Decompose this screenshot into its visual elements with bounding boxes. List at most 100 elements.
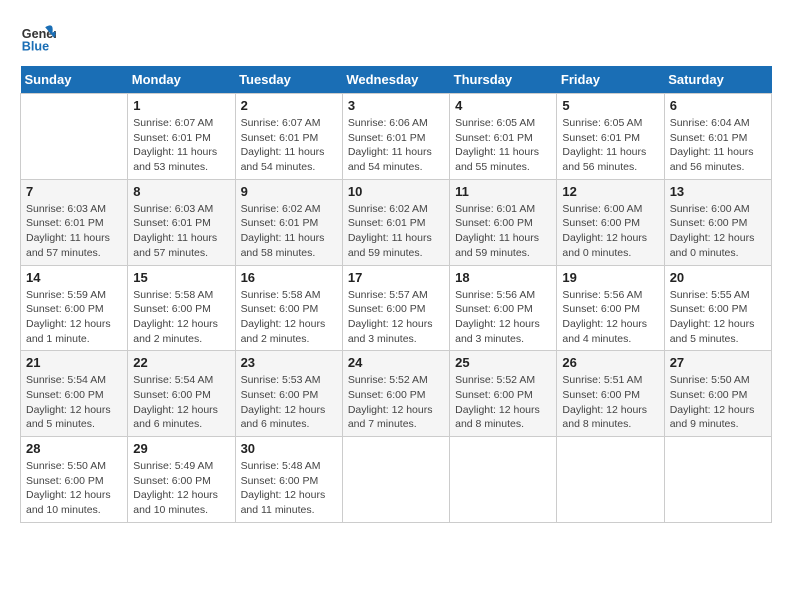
day-number: 16 xyxy=(241,270,337,285)
day-info: Sunrise: 5:56 AM Sunset: 6:00 PM Dayligh… xyxy=(455,288,551,347)
day-cell: 6Sunrise: 6:04 AM Sunset: 6:01 PM Daylig… xyxy=(664,94,771,180)
day-cell: 7 Sunrise: 6:03 AM Sunset: 6:01 PM Daylig… xyxy=(21,179,128,265)
day-cell: 3Sunrise: 6:06 AM Sunset: 6:01 PM Daylig… xyxy=(342,94,449,180)
day-number: 29 xyxy=(133,441,229,456)
day-number: 12 xyxy=(562,184,658,199)
day-number: 6 xyxy=(670,98,766,113)
day-number: 19 xyxy=(562,270,658,285)
day-info: Sunrise: 6:02 AM Sunset: 6:01 PM Dayligh… xyxy=(241,202,337,261)
day-info: Sunrise: 5:56 AM Sunset: 6:00 PM Dayligh… xyxy=(562,288,658,347)
day-cell: 17 Sunrise: 5:57 AM Sunset: 6:00 PM Dayli… xyxy=(342,265,449,351)
day-number: 14 xyxy=(26,270,122,285)
day-info: Sunrise: 5:59 AM Sunset: 6:00 PM Dayligh… xyxy=(26,288,122,347)
day-number: 20 xyxy=(670,270,766,285)
header-cell-wednesday: Wednesday xyxy=(342,66,449,94)
header-cell-monday: Monday xyxy=(128,66,235,94)
day-cell: 1Sunrise: 6:07 AM Sunset: 6:01 PM Daylig… xyxy=(128,94,235,180)
day-info: Sunrise: 5:51 AM Sunset: 6:00 PM Dayligh… xyxy=(562,373,658,432)
day-info: Sunrise: 5:54 AM Sunset: 6:00 PM Dayligh… xyxy=(133,373,229,432)
day-cell: 15 Sunrise: 5:58 AM Sunset: 6:00 PM Dayli… xyxy=(128,265,235,351)
day-number: 17 xyxy=(348,270,444,285)
logo: General Blue xyxy=(20,20,60,56)
header-cell-thursday: Thursday xyxy=(450,66,557,94)
day-cell: 28 Sunrise: 5:50 AM Sunset: 6:00 PM Dayli… xyxy=(21,437,128,523)
day-cell: 16 Sunrise: 5:58 AM Sunset: 6:00 PM Dayli… xyxy=(235,265,342,351)
day-cell: 23Sunrise: 5:53 AM Sunset: 6:00 PM Dayli… xyxy=(235,351,342,437)
day-cell: 8Sunrise: 6:03 AM Sunset: 6:01 PM Daylig… xyxy=(128,179,235,265)
day-number: 27 xyxy=(670,355,766,370)
day-number: 9 xyxy=(241,184,337,199)
day-number: 22 xyxy=(133,355,229,370)
logo-icon: General Blue xyxy=(20,20,56,56)
day-info: Sunrise: 6:03 AM Sunset: 6:01 PM Dayligh… xyxy=(133,202,229,261)
day-info: Sunrise: 6:01 AM Sunset: 6:00 PM Dayligh… xyxy=(455,202,551,261)
day-number: 10 xyxy=(348,184,444,199)
day-cell: 12Sunrise: 6:00 AM Sunset: 6:00 PM Dayli… xyxy=(557,179,664,265)
day-cell: 19 Sunrise: 5:56 AM Sunset: 6:00 PM Dayli… xyxy=(557,265,664,351)
day-number: 28 xyxy=(26,441,122,456)
day-cell: 20 Sunrise: 5:55 AM Sunset: 6:00 PM Dayli… xyxy=(664,265,771,351)
week-row-2: 7 Sunrise: 6:03 AM Sunset: 6:01 PM Daylig… xyxy=(21,179,772,265)
day-info: Sunrise: 5:54 AM Sunset: 6:00 PM Dayligh… xyxy=(26,373,122,432)
day-info: Sunrise: 5:53 AM Sunset: 6:00 PM Dayligh… xyxy=(241,373,337,432)
day-cell: 27 Sunrise: 5:50 AM Sunset: 6:00 PM Dayli… xyxy=(664,351,771,437)
day-info: Sunrise: 5:52 AM Sunset: 6:00 PM Dayligh… xyxy=(455,373,551,432)
day-cell xyxy=(557,437,664,523)
day-cell: 26 Sunrise: 5:51 AM Sunset: 6:00 PM Dayli… xyxy=(557,351,664,437)
day-cell xyxy=(664,437,771,523)
day-info: Sunrise: 5:52 AM Sunset: 6:00 PM Dayligh… xyxy=(348,373,444,432)
day-number: 18 xyxy=(455,270,551,285)
day-cell: 2Sunrise: 6:07 AM Sunset: 6:01 PM Daylig… xyxy=(235,94,342,180)
svg-text:Blue: Blue xyxy=(22,40,49,54)
header-cell-friday: Friday xyxy=(557,66,664,94)
day-info: Sunrise: 6:00 AM Sunset: 6:00 PM Dayligh… xyxy=(670,202,766,261)
day-cell: 21Sunrise: 5:54 AM Sunset: 6:00 PM Dayli… xyxy=(21,351,128,437)
day-cell: 9 Sunrise: 6:02 AM Sunset: 6:01 PM Daylig… xyxy=(235,179,342,265)
day-cell: 14 Sunrise: 5:59 AM Sunset: 6:00 PM Dayli… xyxy=(21,265,128,351)
day-number: 26 xyxy=(562,355,658,370)
week-row-3: 14 Sunrise: 5:59 AM Sunset: 6:00 PM Dayli… xyxy=(21,265,772,351)
header-cell-sunday: Sunday xyxy=(21,66,128,94)
day-info: Sunrise: 6:03 AM Sunset: 6:01 PM Dayligh… xyxy=(26,202,122,261)
day-info: Sunrise: 5:49 AM Sunset: 6:00 PM Dayligh… xyxy=(133,459,229,518)
header-cell-tuesday: Tuesday xyxy=(235,66,342,94)
day-number: 2 xyxy=(241,98,337,113)
header: General Blue xyxy=(20,20,772,56)
week-row-5: 28 Sunrise: 5:50 AM Sunset: 6:00 PM Dayli… xyxy=(21,437,772,523)
day-cell: 22 Sunrise: 5:54 AM Sunset: 6:00 PM Dayli… xyxy=(128,351,235,437)
day-cell xyxy=(342,437,449,523)
day-info: Sunrise: 5:58 AM Sunset: 6:00 PM Dayligh… xyxy=(133,288,229,347)
day-number: 7 xyxy=(26,184,122,199)
day-info: Sunrise: 5:58 AM Sunset: 6:00 PM Dayligh… xyxy=(241,288,337,347)
day-info: Sunrise: 5:50 AM Sunset: 6:00 PM Dayligh… xyxy=(670,373,766,432)
day-info: Sunrise: 5:50 AM Sunset: 6:00 PM Dayligh… xyxy=(26,459,122,518)
day-info: Sunrise: 5:55 AM Sunset: 6:00 PM Dayligh… xyxy=(670,288,766,347)
day-number: 13 xyxy=(670,184,766,199)
day-cell xyxy=(450,437,557,523)
day-info: Sunrise: 5:48 AM Sunset: 6:00 PM Dayligh… xyxy=(241,459,337,518)
day-info: Sunrise: 5:57 AM Sunset: 6:00 PM Dayligh… xyxy=(348,288,444,347)
day-cell: 18 Sunrise: 5:56 AM Sunset: 6:00 PM Dayli… xyxy=(450,265,557,351)
day-number: 5 xyxy=(562,98,658,113)
day-number: 15 xyxy=(133,270,229,285)
week-row-4: 21Sunrise: 5:54 AM Sunset: 6:00 PM Dayli… xyxy=(21,351,772,437)
day-cell: 5 Sunrise: 6:05 AM Sunset: 6:01 PM Daylig… xyxy=(557,94,664,180)
day-number: 3 xyxy=(348,98,444,113)
day-cell: 29 Sunrise: 5:49 AM Sunset: 6:00 PM Dayli… xyxy=(128,437,235,523)
day-number: 1 xyxy=(133,98,229,113)
header-row: SundayMondayTuesdayWednesdayThursdayFrid… xyxy=(21,66,772,94)
week-row-1: 1Sunrise: 6:07 AM Sunset: 6:01 PM Daylig… xyxy=(21,94,772,180)
day-info: Sunrise: 6:05 AM Sunset: 6:01 PM Dayligh… xyxy=(562,116,658,175)
day-cell: 24 Sunrise: 5:52 AM Sunset: 6:00 PM Dayli… xyxy=(342,351,449,437)
day-cell: 4Sunrise: 6:05 AM Sunset: 6:01 PM Daylig… xyxy=(450,94,557,180)
day-number: 25 xyxy=(455,355,551,370)
day-cell: 30 Sunrise: 5:48 AM Sunset: 6:00 PM Dayli… xyxy=(235,437,342,523)
day-cell: 25 Sunrise: 5:52 AM Sunset: 6:00 PM Dayli… xyxy=(450,351,557,437)
day-info: Sunrise: 6:02 AM Sunset: 6:01 PM Dayligh… xyxy=(348,202,444,261)
day-number: 24 xyxy=(348,355,444,370)
day-cell: 11 Sunrise: 6:01 AM Sunset: 6:00 PM Dayli… xyxy=(450,179,557,265)
day-number: 11 xyxy=(455,184,551,199)
day-cell: 10 Sunrise: 6:02 AM Sunset: 6:01 PM Dayli… xyxy=(342,179,449,265)
day-cell xyxy=(21,94,128,180)
day-number: 30 xyxy=(241,441,337,456)
